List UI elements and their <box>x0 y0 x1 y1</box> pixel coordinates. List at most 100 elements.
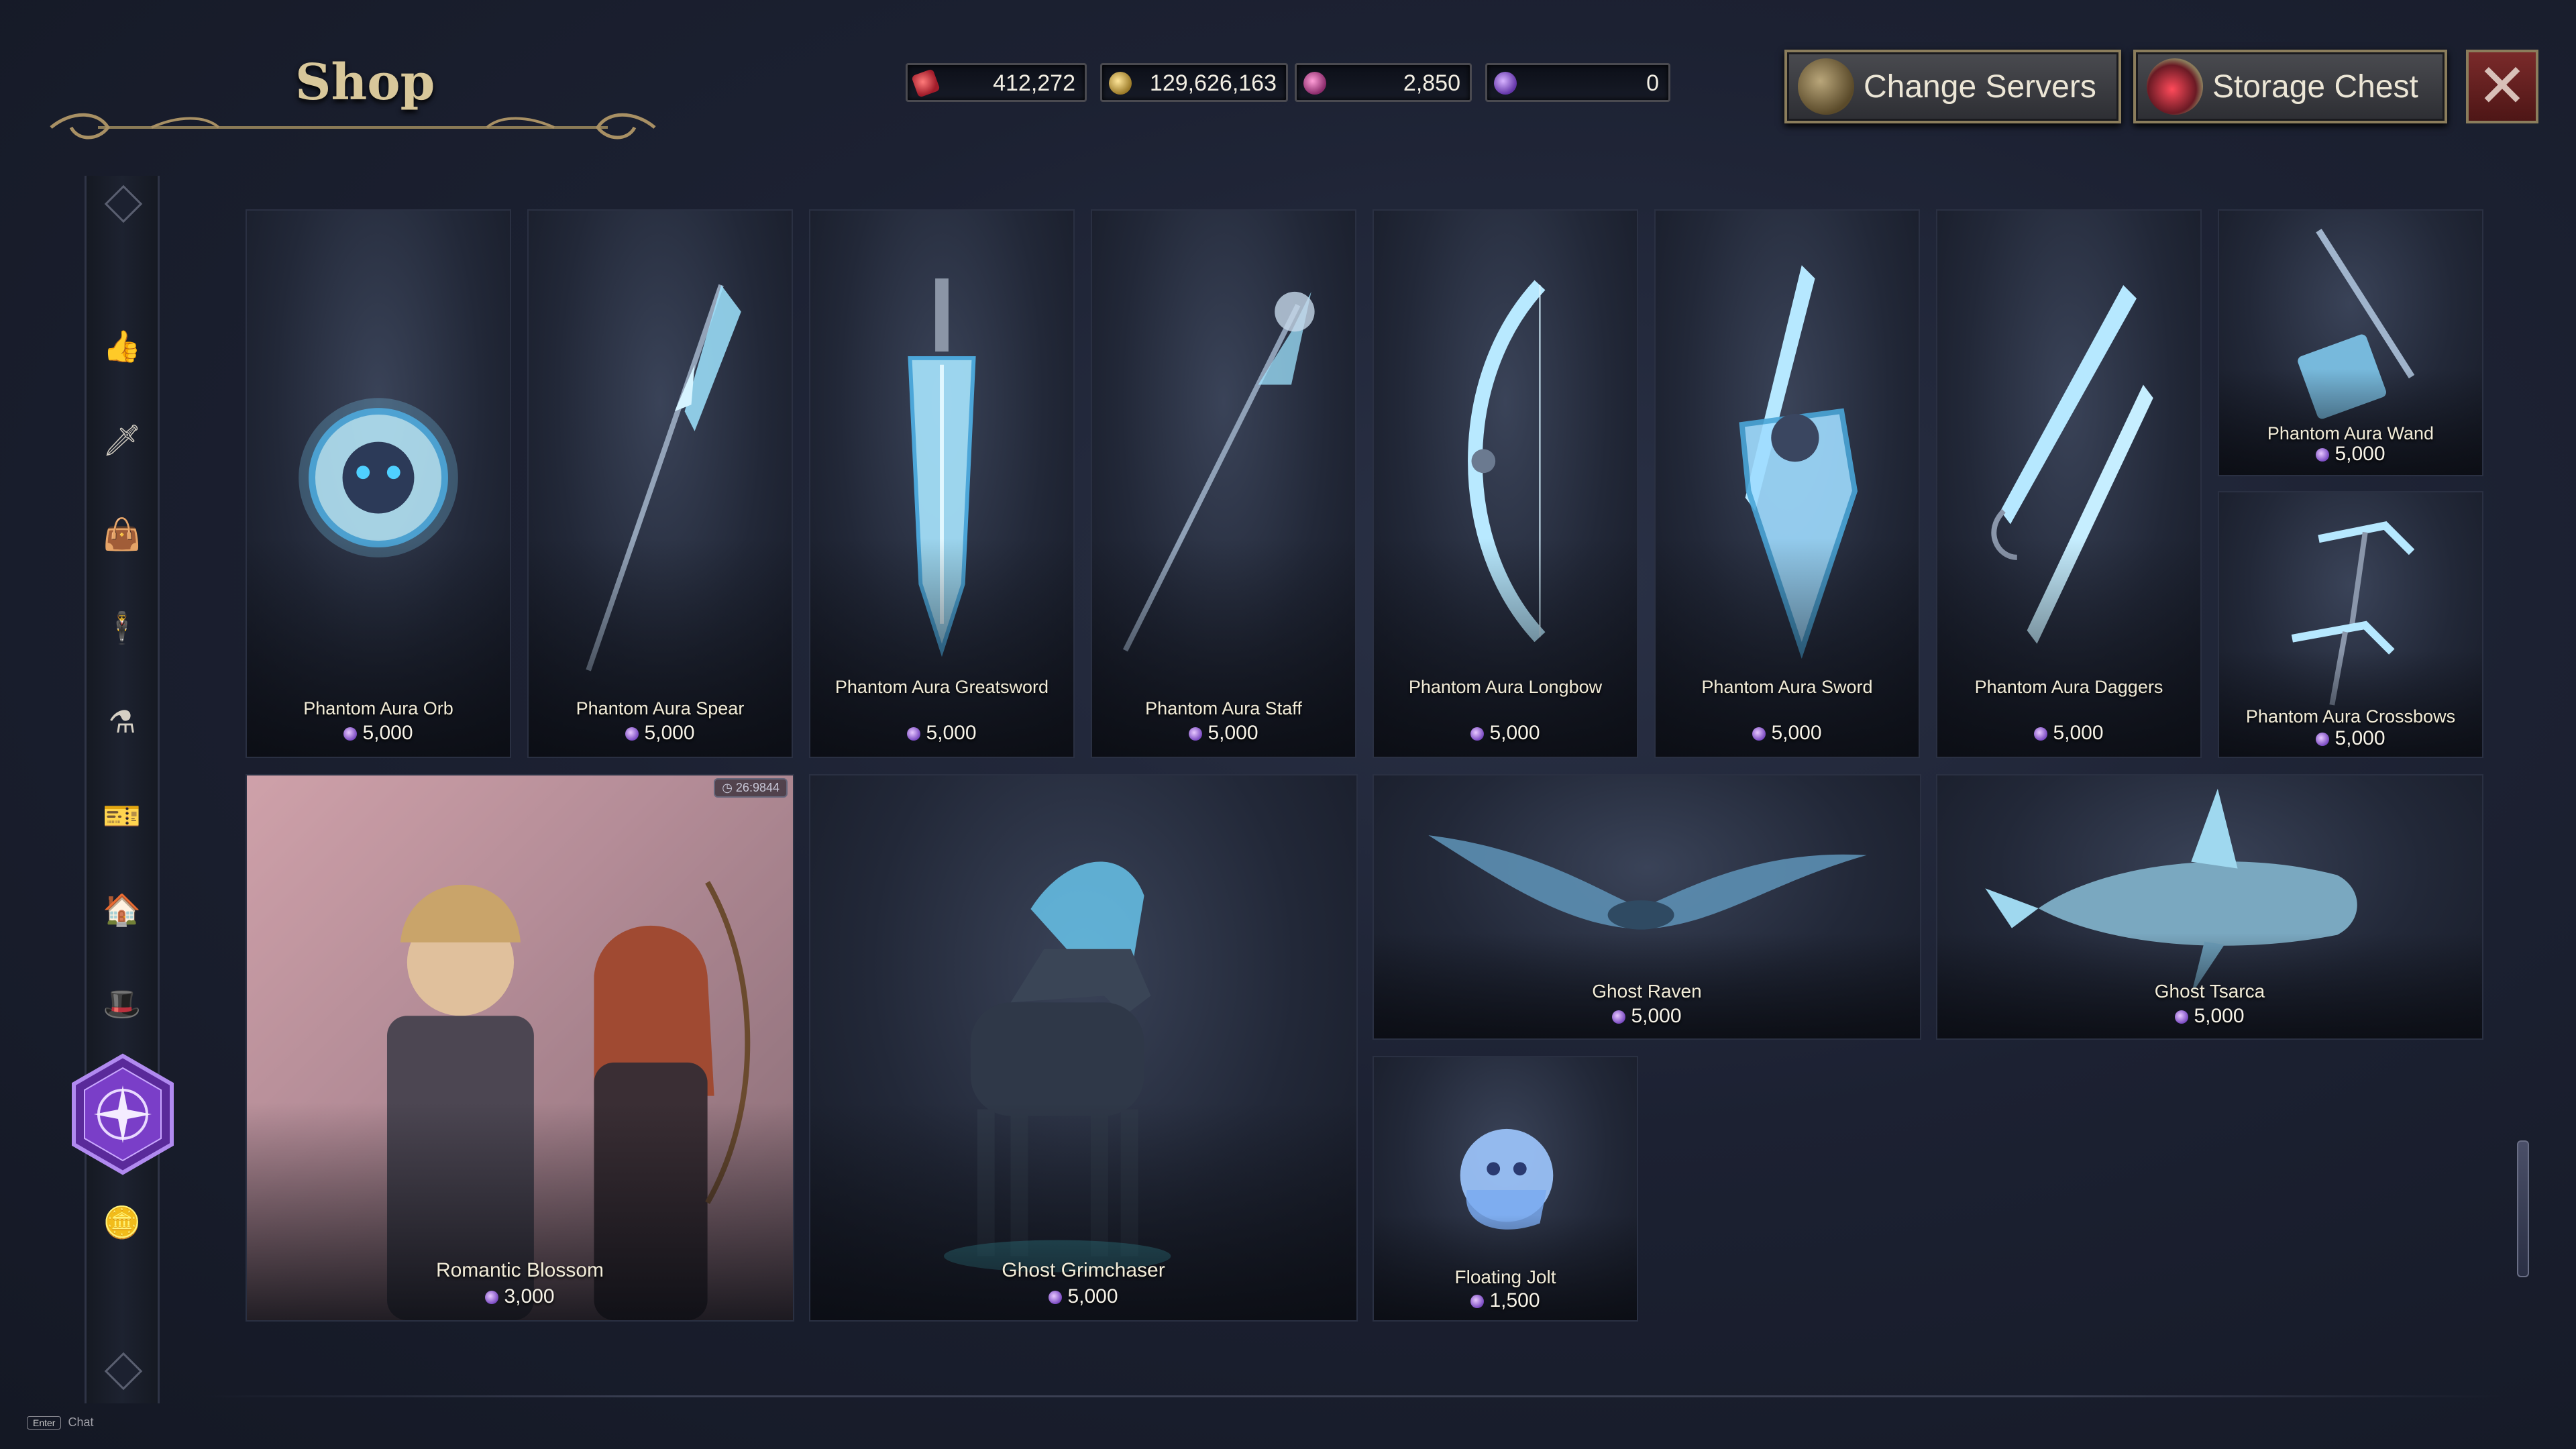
thumbs-up-icon[interactable]: 👍 <box>101 325 144 368</box>
currency-value: 0 <box>1646 70 1659 96</box>
item-name: Ghost Tsarca <box>2154 981 2265 1002</box>
potion-icon[interactable]: ⚗ <box>101 700 144 743</box>
item-name: Phantom Aura Crossbows <box>2245 706 2456 727</box>
item-price: 5,000 <box>1374 722 1637 745</box>
item-name: Phantom Aura Spear <box>576 698 745 718</box>
price-value: 5,000 <box>2334 443 2385 465</box>
pink-gem-icon <box>1303 72 1326 95</box>
timer-badge: ◷ 26:9844 <box>714 778 788 798</box>
item-price: 5,000 <box>2219 727 2482 750</box>
premium-coin-icon <box>1470 1295 1485 1308</box>
premium-coin-icon <box>2316 448 2330 462</box>
shop-item[interactable]: Phantom Aura Spear 5,000 <box>527 209 793 758</box>
shop-item[interactable]: Phantom Aura Orb 5,000 <box>246 209 511 758</box>
item-price: 5,000 <box>1656 722 1919 745</box>
enter-key: Enter <box>27 1415 62 1430</box>
price-value: 5,000 <box>2194 1005 2245 1027</box>
price-value: 5,000 <box>644 722 695 744</box>
close-icon: ✕ <box>2477 51 2528 121</box>
item-price: 5,000 <box>1374 1005 1920 1028</box>
item-name: Phantom Aura Staff <box>1145 698 1302 718</box>
badge-value: 26:9844 <box>735 781 780 794</box>
price-value: 5,000 <box>1067 1285 1118 1307</box>
item-price: 5,000 <box>1937 722 2200 745</box>
chest-icon <box>2147 58 2203 115</box>
premium-coin-icon <box>2034 727 2048 741</box>
item-price: 5,000 <box>1937 1005 2482 1028</box>
shop-item[interactable]: Phantom Aura Daggers 5,000 <box>1936 209 2202 758</box>
shop-item[interactable]: Ghost Tsarca 5,000 <box>1936 774 2483 1040</box>
currency-pink: 2,850 <box>1295 63 1472 102</box>
close-button[interactable]: ✕ <box>2466 50 2538 123</box>
shop-item[interactable]: Phantom Aura Greatsword 5,000 <box>809 209 1075 758</box>
item-price: 5,000 <box>1092 722 1355 745</box>
ticket-icon[interactable]: 🎫 <box>101 794 144 837</box>
price-value: 3,000 <box>504 1285 555 1307</box>
premium-coin-icon <box>2175 1010 2189 1024</box>
change-servers-label: Change Servers <box>1864 68 2096 105</box>
bag-icon[interactable]: 👜 <box>101 513 144 555</box>
item-price: 5,000 <box>529 722 792 745</box>
change-servers-button[interactable]: Change Servers <box>1784 50 2121 123</box>
price-value: 5,000 <box>1771 722 1822 744</box>
shop-item[interactable]: Ghost Grimchaser 5,000 <box>809 774 1358 1322</box>
currency-value: 129,626,163 <box>1149 70 1277 96</box>
shop-item[interactable]: Floating Jolt 1,500 <box>1373 1056 1638 1322</box>
item-name: Ghost Grimchaser <box>1002 1259 1165 1281</box>
shop-item[interactable]: Phantom Aura Wand 5,000 <box>2218 209 2483 476</box>
gold-coin-icon <box>1109 72 1132 95</box>
price-value: 5,000 <box>1631 1005 1682 1027</box>
shop-item[interactable]: Phantom Aura Longbow 5,000 <box>1373 209 1638 758</box>
item-name: Phantom Aura Orb <box>303 698 453 718</box>
item-name: Phantom Aura Greatsword <box>835 677 1049 697</box>
premium-coin-icon <box>1189 727 1203 741</box>
currency-ruby: 412,272 <box>906 63 1087 102</box>
coins-icon[interactable]: 🪙 <box>101 1201 144 1244</box>
sword-icon[interactable]: 🗡 <box>101 419 144 462</box>
premium-coin-icon <box>1752 727 1766 741</box>
item-price: 5,000 <box>810 722 1073 745</box>
shop-item[interactable]: ◷ 26:9844 Romantic Blossom 3,000 <box>246 774 794 1322</box>
shop-item[interactable]: Ghost Raven 5,000 <box>1373 774 1921 1040</box>
footer-divider <box>201 1395 2502 1397</box>
item-price: 5,000 <box>810 1285 1356 1308</box>
character-icon[interactable]: 🕴 <box>101 606 144 649</box>
storage-chest-label: Storage Chest <box>2212 68 2418 105</box>
premium-coin-icon <box>625 727 639 741</box>
currency-value: 2,850 <box>1403 70 1460 96</box>
item-name: Phantom Aura Longbow <box>1408 677 1603 697</box>
premium-coin-icon <box>485 1291 499 1304</box>
premium-coin-icon <box>1612 1010 1626 1024</box>
item-price: 3,000 <box>247 1285 793 1308</box>
chat-hint[interactable]: Enter Chat <box>27 1415 94 1430</box>
item-name: Ghost Raven <box>1592 981 1702 1002</box>
shop-item[interactable]: Phantom Aura Crossbows 5,000 <box>2218 491 2483 758</box>
premium-coin-icon <box>343 727 358 741</box>
item-name: Phantom Aura Wand <box>2267 423 2434 443</box>
star-coin-icon <box>1494 72 1517 95</box>
item-price: 1,500 <box>1374 1289 1637 1312</box>
premium-coin-icon <box>1470 727 1485 741</box>
chat-label: Chat <box>68 1415 94 1429</box>
item-name: Phantom Aura Daggers <box>1974 677 2163 697</box>
price-value: 5,000 <box>2334 727 2385 749</box>
price-value: 5,000 <box>1208 722 1258 744</box>
house-icon[interactable]: 🏠 <box>101 888 144 931</box>
scrollbar[interactable] <box>2517 1140 2529 1277</box>
ruby-currency-icon <box>911 68 941 98</box>
shop-item[interactable]: Phantom Aura Sword 5,000 <box>1654 209 1920 758</box>
price-value: 5,000 <box>2053 722 2104 744</box>
premium-coin-icon <box>907 727 921 741</box>
currency-gold: 129,626,163 <box>1100 63 1288 102</box>
shop-item[interactable]: Phantom Aura Staff 5,000 <box>1091 209 1356 758</box>
storage-chest-button[interactable]: Storage Chest <box>2133 50 2447 123</box>
currency-star: 0 <box>1485 63 1670 102</box>
item-name: Romantic Blossom <box>435 1259 604 1281</box>
title-ornament <box>50 113 656 140</box>
clock-icon: ◷ <box>722 781 733 794</box>
price-value: 5,000 <box>362 722 413 744</box>
compass-icon[interactable] <box>70 1053 176 1175</box>
item-name: Floating Jolt <box>1454 1267 1556 1287</box>
hat-icon[interactable]: 🎩 <box>101 982 144 1025</box>
premium-coin-icon <box>1049 1291 1063 1304</box>
